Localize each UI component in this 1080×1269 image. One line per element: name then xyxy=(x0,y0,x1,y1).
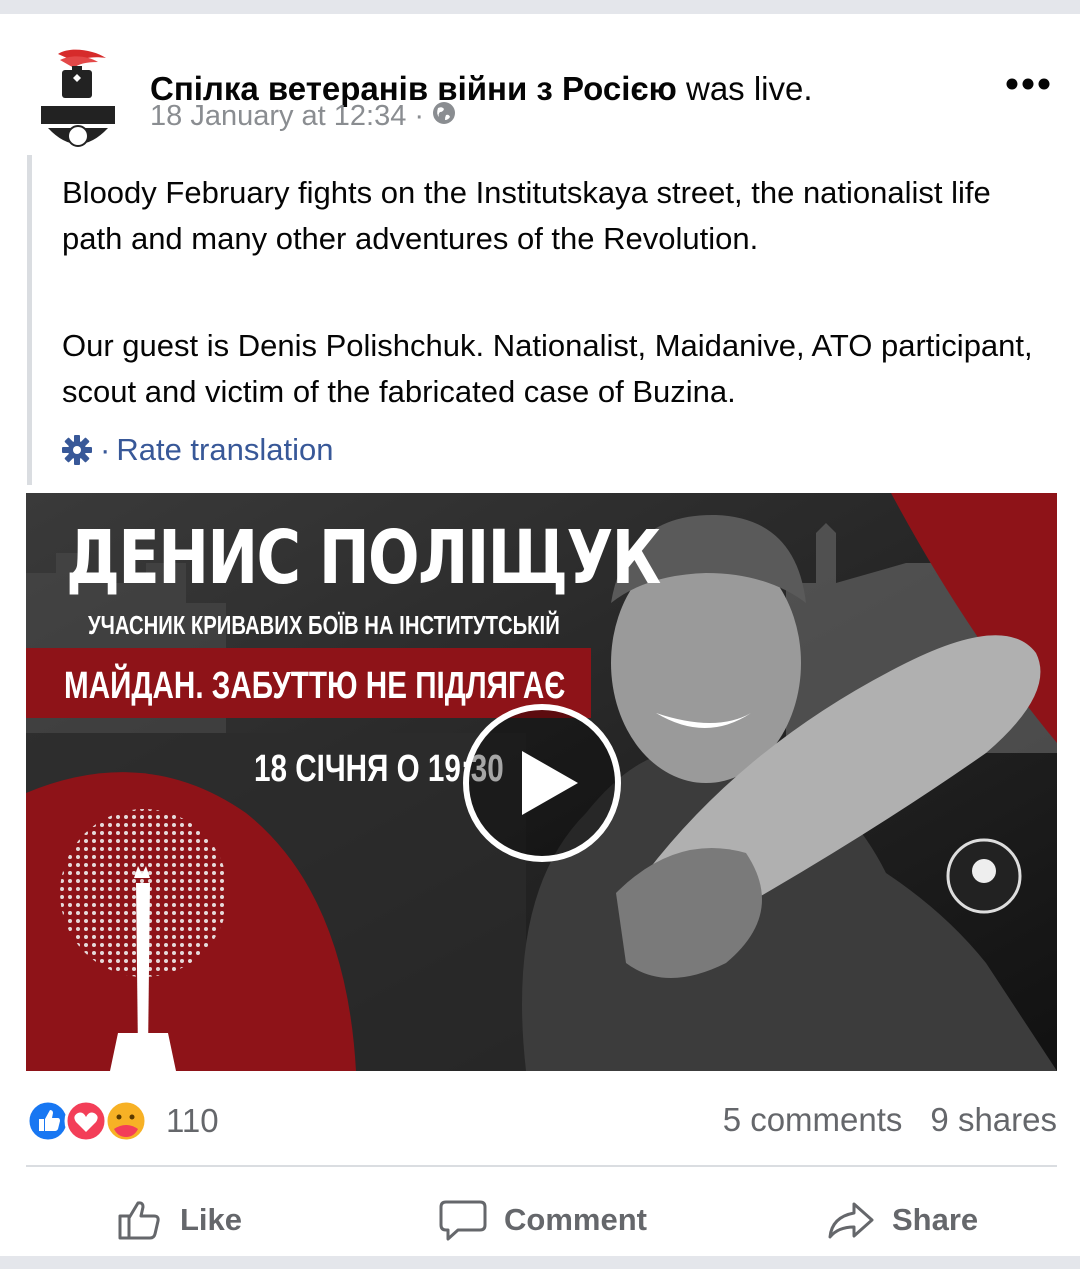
video-banner-text: МАЙДАН. ЗАБУТТЮ НЕ ПІДЛЯГАЄ xyxy=(64,665,566,707)
live-video-thumbnail[interactable]: ДЕНИС ПОЛІЩУК УЧАСНИК КРИВАВИХ БОЇВ НА І… xyxy=(26,493,1057,1071)
reactions-summary[interactable]: 110 xyxy=(26,1099,219,1143)
comments-shares-summary: 5 comments 9 shares xyxy=(723,1101,1057,1139)
post-meta: 18 January at 12:34 · xyxy=(150,100,456,133)
live-status-text: was live. xyxy=(676,70,813,107)
gear-icon xyxy=(62,435,92,465)
post-text-paragraph-2: Our guest is Denis Polishchuk. Nationali… xyxy=(62,328,1033,409)
like-button[interactable]: Like xyxy=(116,1180,242,1260)
rate-translation-link[interactable]: Rate translation xyxy=(116,432,333,468)
action-divider xyxy=(26,1165,1057,1167)
page-avatar[interactable] xyxy=(36,48,120,158)
play-button[interactable] xyxy=(462,703,622,863)
video-subtitle-text: УЧАСНИК КРИВАВИХ БОЇВ НА ІНСТИТУТСЬКІЙ xyxy=(88,610,560,640)
globe-icon xyxy=(432,100,456,133)
rate-translation: · Rate translation xyxy=(60,432,333,468)
more-options-button[interactable] xyxy=(1000,64,1056,104)
shares-count-link[interactable]: 9 shares xyxy=(930,1101,1057,1139)
ellipsis-icon xyxy=(1006,78,1050,90)
thumbs-up-icon xyxy=(118,1201,160,1240)
video-title-text: ДЕНИС ПОЛІЩУК xyxy=(66,515,661,601)
play-icon xyxy=(463,704,621,862)
post-text-paragraph-1: Bloody February fights on the Institutsk… xyxy=(62,175,991,256)
rate-separator: · xyxy=(100,432,111,467)
like-label: Like xyxy=(180,1202,243,1237)
translation-quote-bar xyxy=(27,155,32,485)
share-button[interactable]: Share xyxy=(826,1180,978,1260)
post-card: Спілка ветеранів війни з Росією was live… xyxy=(0,14,1080,1256)
comment-button[interactable]: Comment xyxy=(438,1180,647,1260)
reaction-icons xyxy=(26,1099,148,1143)
engagement-stats: 110 5 comments 9 shares xyxy=(26,1099,1057,1143)
comments-count-link[interactable]: 5 comments xyxy=(723,1101,903,1139)
share-label: Share xyxy=(892,1202,979,1237)
reaction-count: 110 xyxy=(166,1102,219,1139)
post-actions-bar: Like Comment Share xyxy=(26,1180,1057,1260)
post-timestamp[interactable]: 18 January at 12:34 · xyxy=(150,100,424,133)
comment-bubble-icon xyxy=(439,1200,487,1241)
comment-label: Comment xyxy=(504,1202,647,1237)
share-arrow-icon xyxy=(828,1202,874,1239)
